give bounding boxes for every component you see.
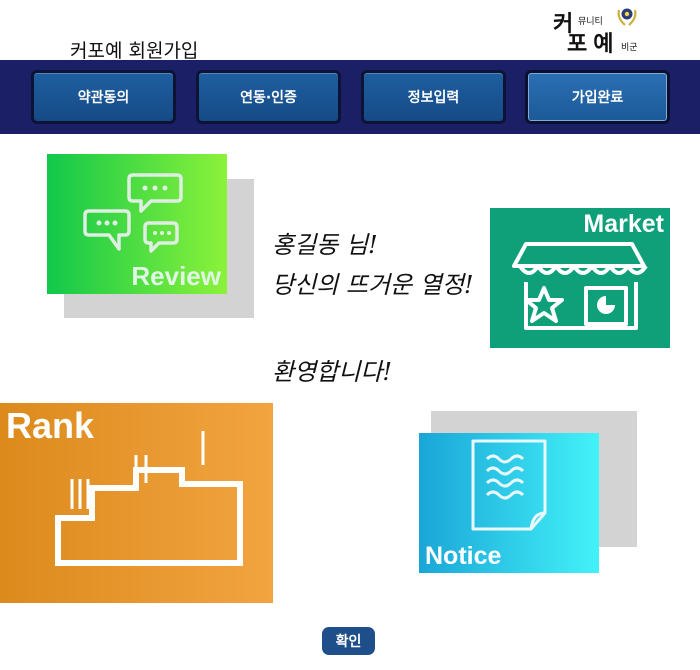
- message-line2: 당신의 뜨거운 열정!: [272, 271, 474, 299]
- step-link-verify[interactable]: 연동·인증: [196, 70, 341, 124]
- step-info-input[interactable]: 정보입력: [361, 70, 506, 124]
- signup-step-bar: 약관동의 연동·인증 정보입력 가입완료: [0, 60, 700, 134]
- page-title: 커포예 회원가입: [70, 40, 199, 62]
- review-tile[interactable]: Review: [47, 154, 227, 294]
- community-logo: 커 뮤니티 포예 비군: [553, 4, 653, 57]
- step-signup-complete[interactable]: 가입완료: [525, 70, 670, 124]
- notice-tile[interactable]: Notice: [419, 433, 599, 573]
- logo-line2: 포예: [567, 31, 620, 57]
- logo-line2-small: 비군: [621, 43, 638, 53]
- review-label: Review: [131, 261, 221, 291]
- podium-icon: [55, 431, 243, 566]
- confirm-button[interactable]: 확인: [322, 627, 375, 655]
- notice-label: Notice: [425, 542, 502, 570]
- welcome-message: 홍길동 님! 당신의 뜨거운 열정!: [272, 225, 474, 305]
- message-line1: 홍길동 님!: [272, 231, 378, 259]
- storefront-icon: [512, 242, 648, 330]
- laurel-emblem-icon: [617, 8, 637, 26]
- message-line3: 환영합니다!: [272, 358, 393, 386]
- step-terms-agreement[interactable]: 약관동의: [31, 70, 176, 124]
- rank-tile[interactable]: Rank: [0, 403, 273, 603]
- market-tile[interactable]: Market: [490, 208, 670, 348]
